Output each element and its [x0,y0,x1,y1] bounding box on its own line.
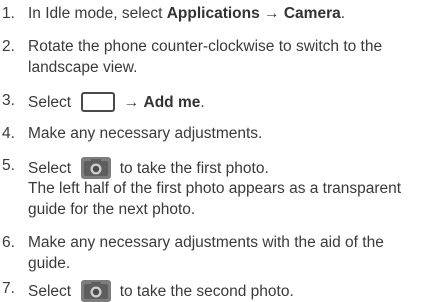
step-5-text: Select to take the first photo. [28,157,269,179]
step-3-text: Select → Add me. [28,92,205,112]
step-4-text: Make any necessary adjustments. [28,125,263,142]
step-number: 4. [2,125,15,142]
step-2-line-2: landscape view. [28,59,138,76]
step-number: 3. [2,92,15,109]
step-number: 5. [2,157,15,174]
camera-shutter-icon [81,280,112,302]
step-2-line-1: Rotate the phone counter-clockwise to sw… [28,38,383,55]
camera-label: Camera [283,5,341,22]
camera-shutter-icon [81,157,112,179]
shooting-mode-icon [81,92,116,112]
step-7-text: Select to take the second photo. [28,280,294,302]
step-6-line-1: Make any necessary adjustments with the … [28,234,384,251]
step-5-line-2: The left half of the first photo appears… [28,180,402,197]
step-6-line-2: guide. [28,255,71,272]
step-number: 7. [2,280,15,297]
step-5-line-3: guide for the next photo. [28,201,196,218]
step-1-text: In Idle mode, select Applications → Came… [28,5,346,22]
step-number: 1. [2,5,15,22]
applications-label: Applications [166,5,260,22]
step-number: 2. [2,38,15,55]
add-me-label: Add me [143,94,201,111]
step-number: 6. [2,234,15,251]
instruction-steps: 1. In Idle mode, select Applications → C… [0,0,434,302]
